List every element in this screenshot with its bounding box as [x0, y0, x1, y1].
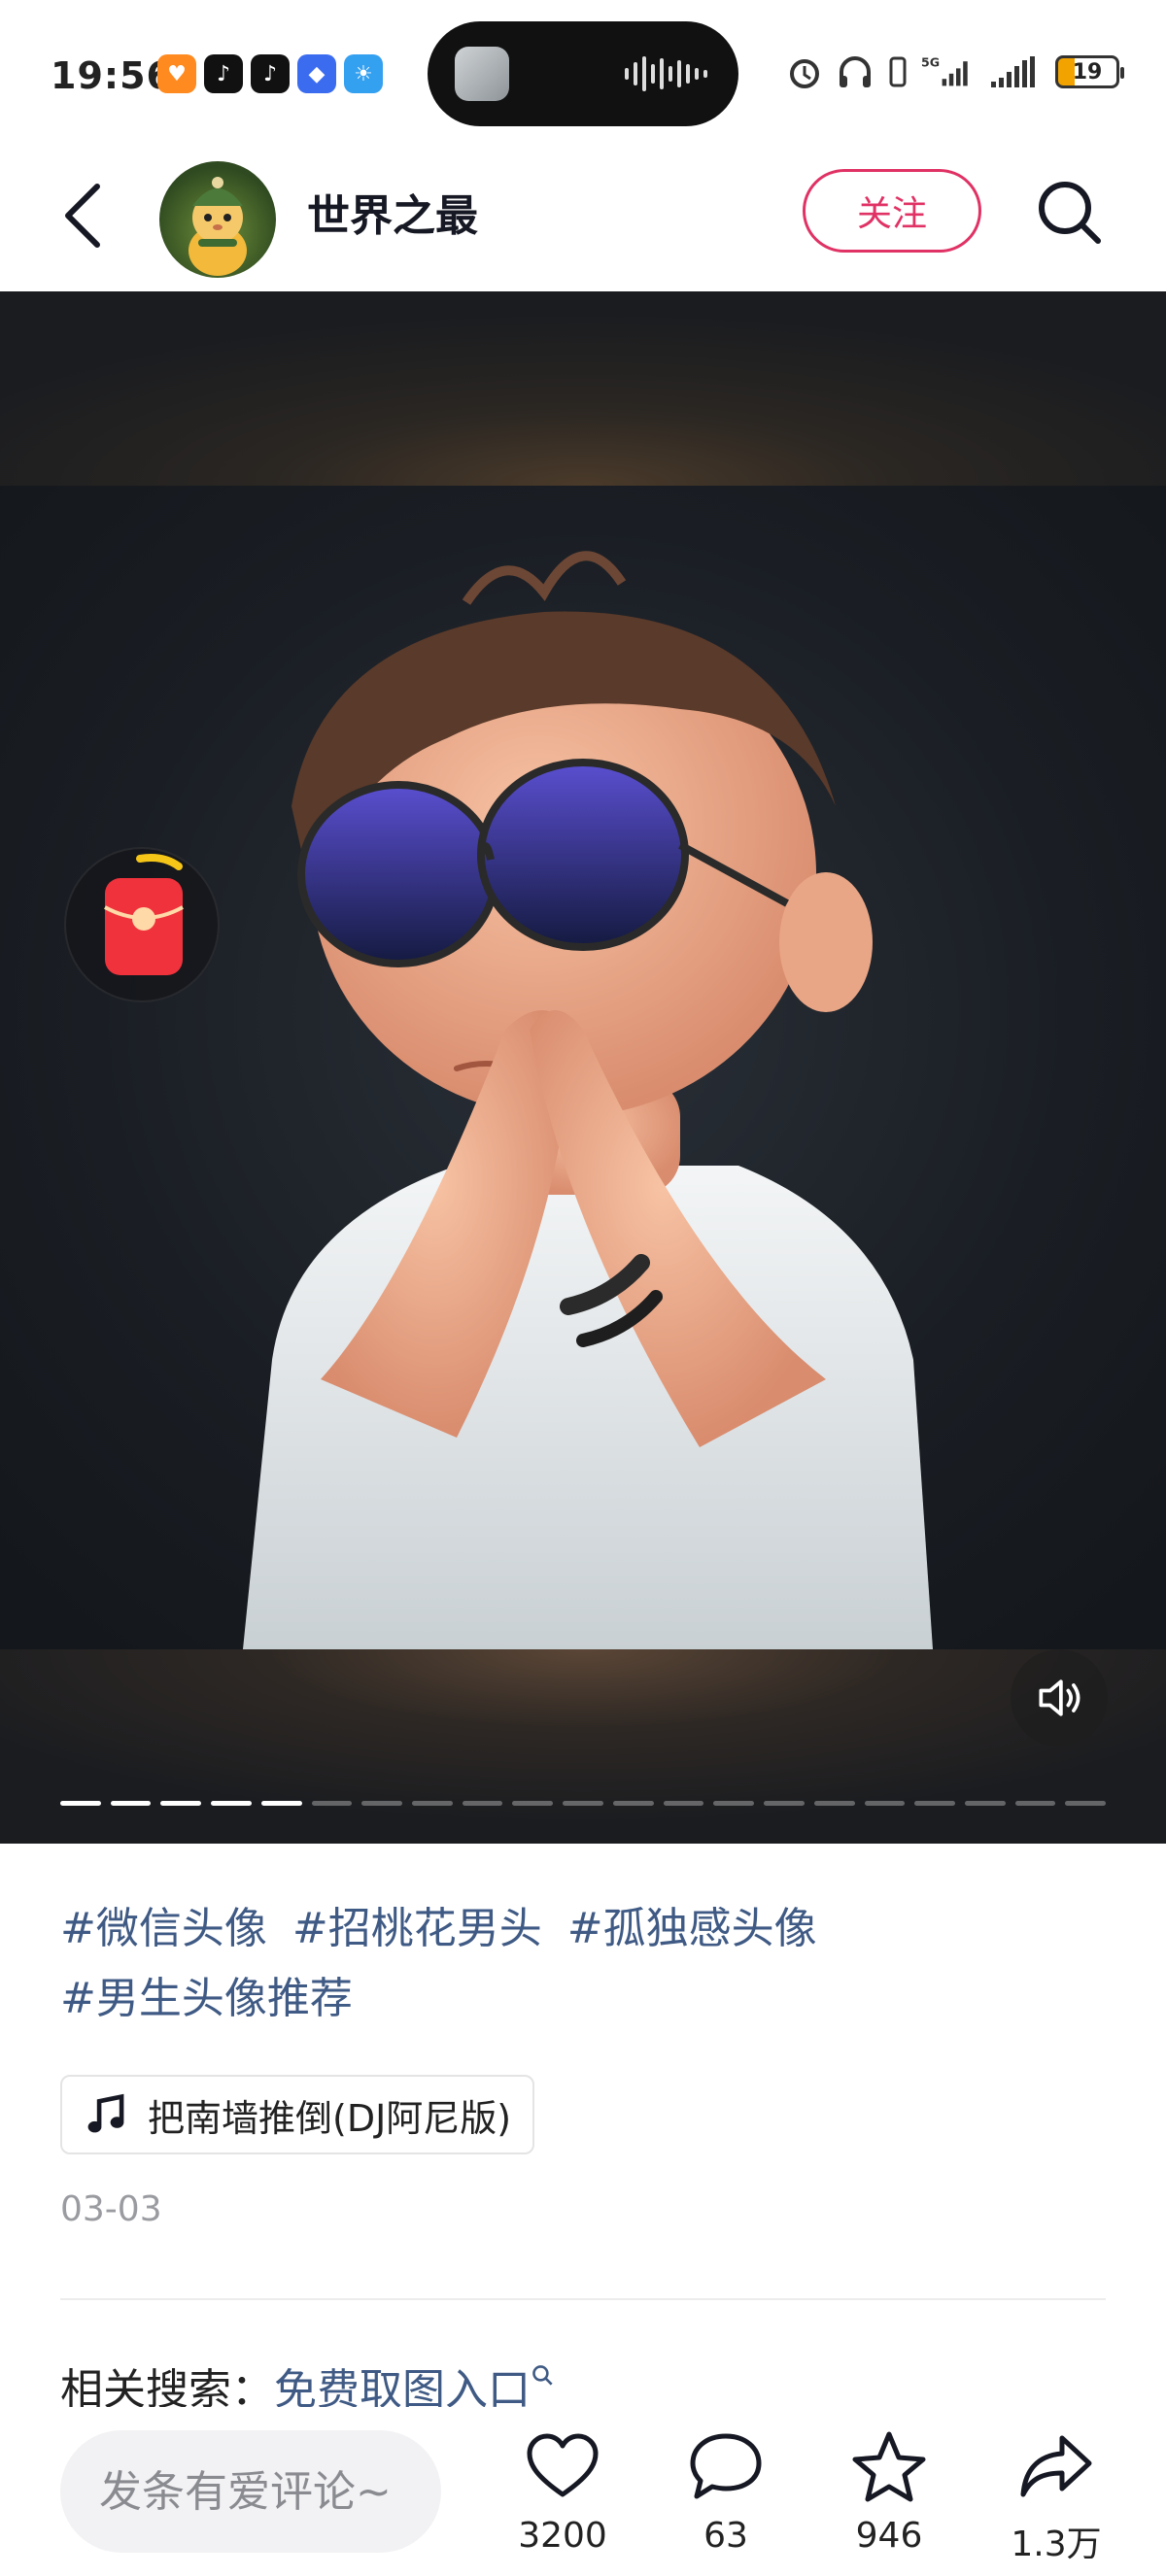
- weather-icon: ☀: [344, 54, 383, 93]
- progress-segment: [160, 1801, 202, 1806]
- boy-with-sunglasses-illustration: [243, 551, 933, 1649]
- hashtag-link[interactable]: #孤独感头像: [567, 1904, 817, 1953]
- bottom-action-bar: 3200 63 946 1.3万: [0, 2407, 1166, 2576]
- alarm-icon: [790, 59, 819, 88]
- progress-segment: [713, 1801, 755, 1806]
- progress-segment: [563, 1801, 603, 1806]
- status-indicators: 5G 19: [785, 52, 1124, 91]
- app-notification-icon: ◆: [297, 54, 336, 93]
- back-arrow-icon[interactable]: [52, 177, 120, 254]
- like-count: 3200: [518, 2516, 607, 2556]
- comment-count: 63: [703, 2516, 748, 2556]
- progress-segment: [412, 1801, 453, 1806]
- progress-segment: [663, 1801, 704, 1806]
- progress-segment: [864, 1801, 906, 1806]
- heart-icon: [527, 2433, 599, 2497]
- comment-bubble-icon: [690, 2433, 762, 2499]
- comment-button[interactable]: 63: [653, 2428, 799, 2574]
- progress-segment: [211, 1801, 252, 1806]
- progress-segment: [964, 1801, 1006, 1806]
- post-image-carousel[interactable]: [0, 291, 1166, 1844]
- author-name[interactable]: 世界之最: [307, 181, 478, 243]
- red-envelope-icon: [104, 854, 184, 975]
- music-note-icon: [87, 2093, 124, 2133]
- progress-segment: [512, 1801, 554, 1806]
- status-bar: 19:56 ♥ ♪ ♪ ◆ ☀ 5G 19: [0, 0, 1166, 146]
- red-packet-button[interactable]: [64, 847, 220, 1002]
- favorite-button[interactable]: 946: [816, 2428, 962, 2574]
- media-backdrop-bottom: [0, 1649, 1166, 1844]
- volume-icon: [1039, 1679, 1080, 1716]
- app-notification-icon: ♥: [157, 54, 196, 93]
- share-arrow-icon: [1020, 2435, 1092, 2497]
- media-thumbnail: [455, 47, 509, 101]
- mouse-mascot-icon: [189, 177, 247, 276]
- favorite-count: 946: [855, 2516, 923, 2556]
- headphones-icon: [840, 56, 871, 87]
- author-avatar[interactable]: [159, 161, 276, 278]
- dynamic-island[interactable]: [428, 21, 738, 126]
- progress-segment: [260, 1801, 302, 1806]
- share-count: 1.3万: [1011, 2525, 1102, 2564]
- hashtag-link[interactable]: #微信头像: [60, 1904, 267, 1953]
- music-title: 把南墙推倒(DJ阿尼版): [148, 2096, 512, 2140]
- hashtag-list: #微信头像 #招桃花男头 #孤独感头像 #男生头像推荐: [60, 1894, 1110, 2034]
- progress-segment: [764, 1801, 805, 1806]
- follow-button[interactable]: 关注: [803, 169, 981, 253]
- media-backdrop-top: [0, 291, 1166, 486]
- signal-icon: [991, 56, 1035, 87]
- progress-segment: [110, 1801, 152, 1806]
- progress-segment: [361, 1801, 403, 1806]
- battery-indicator: 19: [1055, 55, 1124, 88]
- progress-segment: [1014, 1801, 1056, 1806]
- search-icon[interactable]: [1030, 173, 1108, 251]
- hashtag-link[interactable]: #招桃花男头: [292, 1904, 542, 1953]
- post-date: 03-03: [60, 2189, 162, 2229]
- progress-segment: [311, 1801, 353, 1806]
- divider: [60, 2298, 1106, 2300]
- progress-segment: [462, 1801, 503, 1806]
- post-header: 世界之最 关注: [0, 146, 1166, 291]
- like-button[interactable]: 3200: [490, 2428, 635, 2574]
- carousel-progress: [60, 1801, 1107, 1807]
- search-small-icon: [532, 2365, 553, 2386]
- audio-wave-icon: [625, 56, 707, 91]
- notification-icons: ♥ ♪ ♪ ◆ ☀: [157, 54, 383, 93]
- progress-segment: [813, 1801, 855, 1806]
- hashtag-link[interactable]: #男生头像推荐: [60, 1974, 353, 2023]
- signal-5g-icon: 5G: [921, 55, 968, 86]
- progress-segment: [1065, 1801, 1107, 1806]
- star-icon: [852, 2431, 926, 2502]
- progress-segment: [60, 1801, 101, 1806]
- post-image[interactable]: [0, 486, 1166, 1649]
- status-time: 19:56: [51, 54, 173, 97]
- tiktok-icon: ♪: [204, 54, 243, 93]
- comment-input[interactable]: [60, 2430, 441, 2553]
- vibrate-icon: [889, 56, 907, 87]
- share-button[interactable]: 1.3万: [983, 2428, 1129, 2574]
- music-chip[interactable]: 把南墙推倒(DJ阿尼版): [60, 2075, 535, 2154]
- volume-button[interactable]: [1011, 1649, 1108, 1746]
- progress-segment: [612, 1801, 654, 1806]
- tiktok-icon: ♪: [251, 54, 290, 93]
- progress-segment: [914, 1801, 955, 1806]
- network-label: 5G: [921, 55, 940, 70]
